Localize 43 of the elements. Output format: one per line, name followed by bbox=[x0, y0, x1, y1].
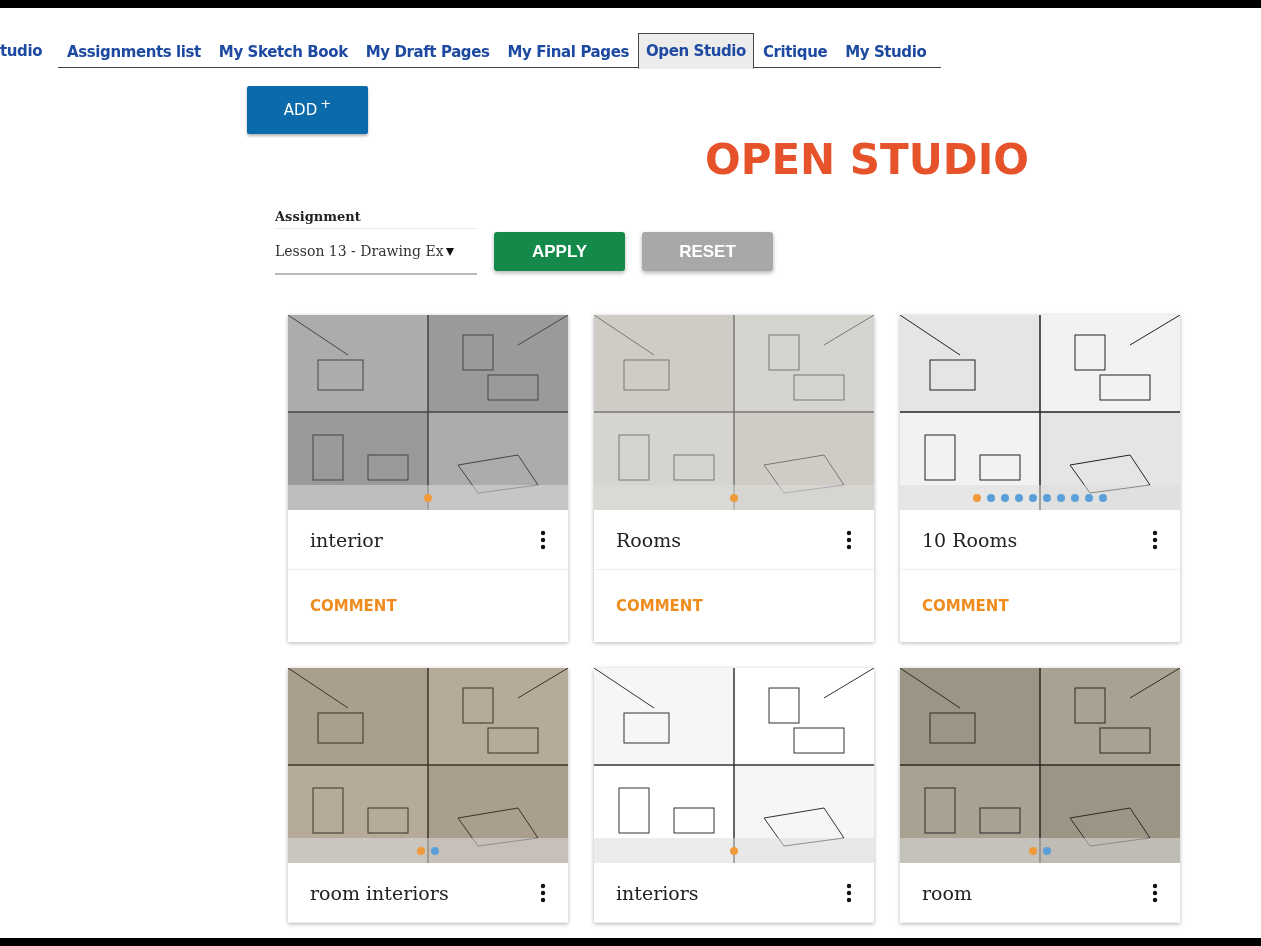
carousel-dot[interactable] bbox=[730, 493, 738, 502]
card-title: Rooms bbox=[616, 528, 681, 551]
card-title: room bbox=[922, 881, 972, 904]
more-icon[interactable] bbox=[540, 529, 546, 550]
carousel-dot[interactable] bbox=[1043, 846, 1051, 855]
more-icon[interactable] bbox=[1152, 529, 1158, 550]
nav-tab[interactable]: My Sketch Book bbox=[209, 33, 357, 69]
carousel-dot[interactable] bbox=[1085, 493, 1093, 502]
apply-button[interactable]: APPLY bbox=[494, 232, 625, 271]
page-title: OPEN STUDIO bbox=[703, 134, 1031, 186]
more-icon[interactable] bbox=[846, 882, 852, 903]
carousel-dot[interactable] bbox=[730, 846, 738, 855]
carousel-dot[interactable] bbox=[1029, 493, 1037, 502]
nav-tab[interactable]: tudio bbox=[0, 34, 43, 68]
more-icon[interactable] bbox=[540, 882, 546, 903]
assignment-select[interactable]: Lesson 13 - Drawing Ex bbox=[275, 228, 477, 275]
more-icon[interactable] bbox=[1152, 882, 1158, 903]
carousel-dot[interactable] bbox=[1071, 493, 1079, 502]
more-icon[interactable] bbox=[846, 529, 852, 550]
nav-tab[interactable]: Critique bbox=[753, 33, 837, 69]
carousel-dot[interactable] bbox=[973, 493, 981, 502]
card-title: interior bbox=[310, 528, 383, 551]
carousel-dot[interactable] bbox=[1029, 846, 1037, 855]
caret-icon bbox=[445, 246, 454, 256]
carousel-dot[interactable] bbox=[1099, 493, 1107, 502]
carousel-dot[interactable] bbox=[987, 493, 995, 502]
carousel-dot[interactable] bbox=[1001, 493, 1009, 502]
card-title: room interiors bbox=[310, 881, 449, 904]
nav-tab[interactable]: Assignments list bbox=[58, 33, 210, 69]
carousel-dot[interactable] bbox=[1043, 493, 1051, 502]
carousel-dot[interactable] bbox=[424, 493, 432, 502]
nav-tab[interactable]: Open Studio bbox=[637, 32, 754, 69]
nav-tab[interactable]: My Draft Pages bbox=[356, 33, 499, 69]
card-title: 10 Rooms bbox=[922, 528, 1018, 551]
add-button[interactable]: ADD + bbox=[247, 86, 368, 134]
carousel-dot[interactable] bbox=[1057, 493, 1065, 502]
carousel-dot[interactable] bbox=[417, 846, 425, 855]
carousel-dot[interactable] bbox=[431, 846, 439, 855]
card-title: interiors bbox=[616, 881, 699, 904]
nav-tab[interactable]: My Final Pages bbox=[498, 33, 638, 69]
nav-tab[interactable]: My Studio bbox=[836, 33, 936, 69]
carousel-dot[interactable] bbox=[1015, 493, 1023, 502]
field-label: Assignment bbox=[275, 209, 361, 224]
